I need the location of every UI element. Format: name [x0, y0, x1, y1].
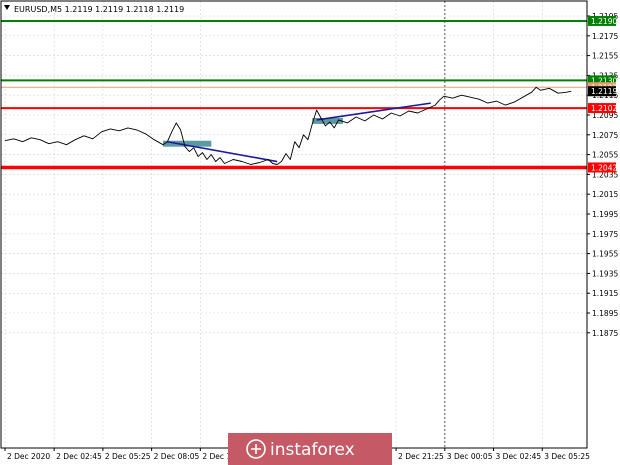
chart-header: EURUSD,M5 1.2119 1.2119 1.2118 1.2119: [4, 5, 184, 14]
level-tag-label: 1.2119: [591, 87, 617, 96]
y-tick-label: 1.2015: [592, 190, 618, 199]
y-tick-label: 1.2175: [592, 32, 618, 41]
y-tick-label: 1.2055: [592, 151, 618, 160]
chart-title: EURUSD,M5 1.2119 1.2119 1.2118 1.2119: [14, 5, 184, 14]
y-tick-label: 1.1955: [592, 250, 618, 259]
x-tick-label: 3 Dec 00:05: [447, 452, 493, 461]
y-tick-label: 1.2075: [592, 131, 618, 140]
x-tick-label: 2 Dec 02:45: [56, 452, 102, 461]
x-tick-label: 2 Dec 2020: [7, 452, 50, 461]
y-tick-label: 1.1895: [592, 309, 618, 318]
chart-background: [0, 0, 620, 465]
x-tick-label: 2 Dec 08:05: [154, 452, 200, 461]
level-tag-label: 1.2042: [591, 163, 617, 172]
watermark: instaforex: [228, 433, 392, 465]
level-tag-label: 1.2102: [591, 104, 617, 113]
y-tick-label: 1.2155: [592, 52, 618, 61]
y-tick-label: 1.1995: [592, 210, 618, 219]
x-tick-label: 2 Dec 21:25: [398, 452, 444, 461]
price-chart: 1.21951.21751.21551.21351.21151.20951.20…: [0, 0, 620, 465]
y-tick-label: 1.1875: [592, 329, 618, 338]
y-tick-label: 1.1975: [592, 230, 618, 239]
level-tag-label: 1.2190: [591, 17, 617, 26]
y-tick-label: 1.1935: [592, 269, 618, 278]
x-tick-label: 3 Dec 05:25: [544, 452, 590, 461]
x-tick-label: 3 Dec 02:45: [496, 452, 542, 461]
x-tick-label: 2 Dec 05:25: [105, 452, 151, 461]
y-tick-label: 1.1915: [592, 289, 618, 298]
watermark-text: instaforex: [270, 440, 355, 460]
